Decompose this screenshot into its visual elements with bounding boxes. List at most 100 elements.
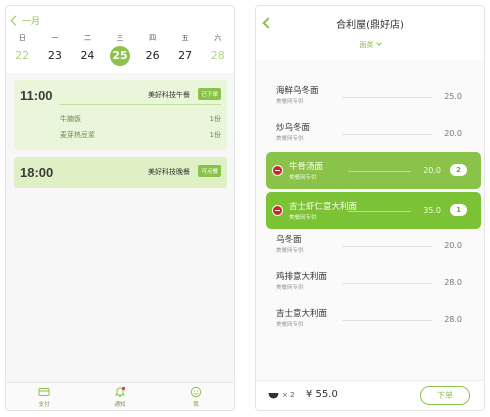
- dish-item-selected[interactable]: 牛骨汤面 美餐网专供 20.0 2: [266, 152, 481, 189]
- dish-price: 25.0: [444, 92, 462, 101]
- weekday-label: 五: [181, 34, 189, 42]
- order-item: 麦芽热豆浆 1份: [60, 130, 221, 140]
- divider: [342, 283, 432, 284]
- tab-notify[interactable]: 通知: [82, 383, 158, 410]
- tab-me[interactable]: 我: [158, 383, 234, 410]
- card-icon: [38, 387, 50, 396]
- status-badge: 可点餐: [198, 165, 221, 177]
- order-item-name: 牛腩饭: [60, 115, 81, 123]
- bowl-icon: [268, 393, 279, 399]
- remove-item-icon[interactable]: [272, 165, 283, 176]
- order-item: 牛腩饭 1份: [60, 114, 221, 124]
- bell-icon: [114, 386, 126, 397]
- divider: [348, 211, 411, 212]
- meal-name: 美好科技晚餐: [148, 168, 190, 176]
- date-label: 24: [80, 49, 95, 62]
- category-dropdown[interactable]: 面类: [256, 40, 484, 50]
- day-tue[interactable]: 二 24: [71, 33, 104, 66]
- cart-footer: × 2 ¥ 55.0 下单: [256, 380, 484, 410]
- tab-label: 通知: [114, 401, 126, 408]
- dish-supplier: 美餐网专供: [289, 175, 317, 181]
- tab-label: 支付: [38, 401, 50, 408]
- dish-supplier: 美餐网专供: [276, 322, 304, 328]
- weekday-label: 日: [18, 34, 26, 42]
- selected-date-label: 25: [110, 46, 131, 66]
- remove-item-icon[interactable]: [272, 205, 283, 216]
- day-thu[interactable]: 四 26: [136, 33, 169, 66]
- dish-item[interactable]: 海鲜乌冬面 美餐网专供 25.0: [276, 81, 462, 111]
- dish-supplier: 美餐网专供: [276, 136, 304, 142]
- dish-supplier: 美餐网专供: [276, 285, 304, 291]
- weekday-label: 三: [116, 34, 124, 42]
- status-badge: 已下单: [198, 88, 221, 100]
- order-item-qty: 1份: [209, 115, 221, 123]
- dish-name: 吉士意大利面: [276, 309, 328, 319]
- dish-price: 20.0: [444, 129, 462, 138]
- dish-price: 28.0: [444, 278, 462, 287]
- dish-item[interactable]: 乌冬面 美餐网专供 20.0: [276, 230, 462, 260]
- date-label: 28: [210, 49, 225, 62]
- dish-name: 牛骨汤面: [289, 162, 324, 172]
- dish-item[interactable]: 炒乌冬面 美餐网专供 20.0: [276, 118, 462, 148]
- order-button[interactable]: 下单: [420, 386, 470, 405]
- divider: [342, 97, 432, 98]
- tab-pay[interactable]: 支付: [6, 383, 82, 410]
- dish-supplier: 美餐网专供: [276, 99, 304, 105]
- menu-screen: 合利屋(鼎好店) 面类 海鲜乌冬面 美餐网专供 25.0 炒乌冬面 美餐网专供 …: [255, 5, 485, 411]
- day-fri[interactable]: 五 27: [169, 33, 202, 66]
- cart-total: ¥ 55.0: [306, 389, 338, 400]
- back-month-label: 一月: [22, 17, 41, 27]
- tab-bar: 支付 通知 我: [6, 382, 234, 410]
- dish-item[interactable]: 吉士意大利面 美餐网专供 28.0: [276, 304, 462, 334]
- day-mon[interactable]: 一 23: [39, 33, 72, 66]
- cart-count: × 2: [282, 391, 295, 399]
- weekday-label: 二: [83, 34, 91, 42]
- dish-item[interactable]: 鸡排意大利面 美餐网专供 28.0: [276, 267, 462, 297]
- day-sun[interactable]: 日 22: [6, 33, 39, 66]
- date-label: 27: [178, 49, 193, 62]
- order-item-name: 麦芽热豆浆: [60, 131, 95, 139]
- page-title: 合利屋(鼎好店): [336, 20, 404, 31]
- date-label: 26: [145, 49, 160, 62]
- divider: [342, 320, 432, 321]
- dish-name: 鸡排意大利面: [276, 272, 328, 282]
- quantity-badge: 1: [450, 204, 467, 216]
- dish-name: 海鲜乌冬面: [276, 86, 319, 96]
- dish-price: 28.0: [444, 315, 462, 324]
- dish-price: 20.0: [423, 166, 441, 175]
- divider: [342, 134, 432, 135]
- meal-name: 美好科技午餐: [148, 91, 190, 99]
- date-label: 23: [47, 49, 62, 62]
- date-label: 22: [15, 49, 30, 62]
- dish-price: 20.0: [444, 241, 462, 250]
- day-wed[interactable]: 三 25: [104, 33, 137, 66]
- order-item-qty: 1份: [209, 131, 221, 139]
- meal-time: 11:00: [20, 88, 53, 103]
- divider: [348, 171, 411, 172]
- weekday-label: 六: [214, 34, 222, 42]
- meal-card-lunch[interactable]: 11:00 美好科技午餐 已下单 牛腩饭 1份 麦芽热豆浆 1份: [14, 80, 227, 150]
- dish-item-selected[interactable]: 吉士虾仁意大利面 美餐网专供 35.0 1: [266, 192, 481, 229]
- dish-name: 吉士虾仁意大利面: [289, 202, 358, 212]
- chevron-left-icon: [10, 15, 21, 26]
- meal-card-dinner[interactable]: 18:00 美好科技晚餐 可点餐: [14, 157, 227, 188]
- divider: [60, 104, 221, 105]
- calendar-screen: 一月 日 22 一 23 二 24 三 25 四 26 五 27 六 28 11:00 美好科…: [5, 5, 235, 411]
- dish-supplier: 美餐网专供: [289, 215, 317, 221]
- dish-supplier: 美餐网专供: [276, 248, 304, 254]
- chevron-down-icon: [375, 40, 382, 46]
- weekday-label: 一: [51, 34, 59, 42]
- weekday-label: 四: [149, 34, 157, 42]
- divider: [342, 246, 432, 247]
- dish-name: 乌冬面: [276, 235, 302, 245]
- calendar-header: 一月 日 22 一 23 二 24 三 25 四 26 五 27 六 28: [6, 6, 234, 73]
- menu-header: 合利屋(鼎好店) 面类: [256, 6, 484, 60]
- dish-name: 炒乌冬面: [276, 123, 311, 133]
- meal-time: 18:00: [20, 165, 54, 180]
- day-sat[interactable]: 六 28: [201, 33, 234, 66]
- smiley-icon: [190, 386, 202, 397]
- week-strip: 日 22 一 23 二 24 三 25 四 26 五 27 六 28: [6, 33, 234, 66]
- back-month-button[interactable]: 一月: [10, 14, 41, 27]
- tab-label: 我: [193, 401, 199, 408]
- category-label: 面类: [359, 41, 374, 49]
